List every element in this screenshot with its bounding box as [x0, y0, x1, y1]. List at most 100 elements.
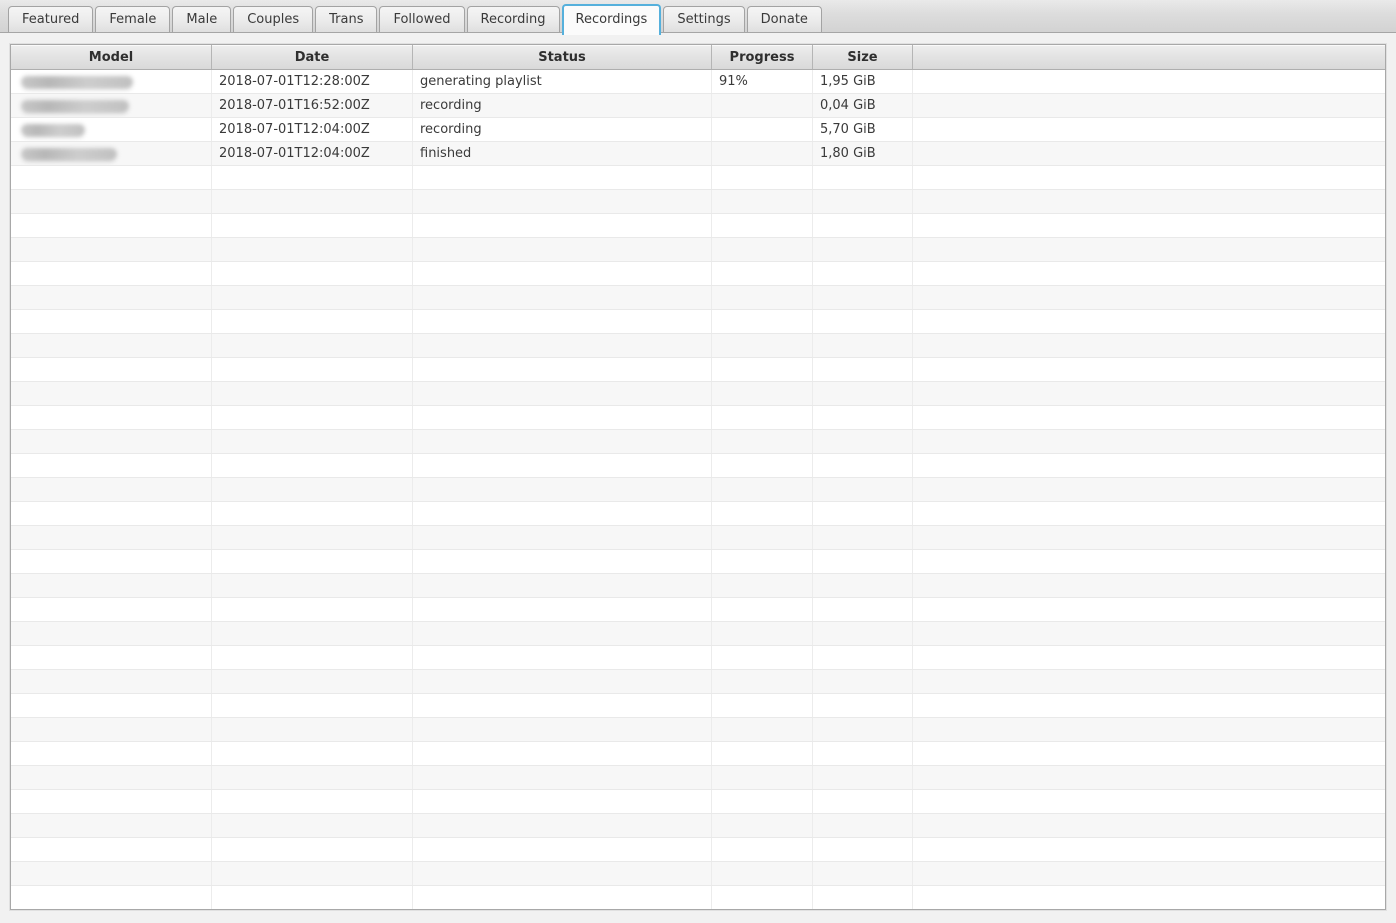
empty-cell — [712, 382, 813, 405]
empty-cell — [413, 190, 712, 213]
tab-followed[interactable]: Followed — [379, 6, 464, 32]
empty-row — [11, 334, 1385, 358]
column-header-status[interactable]: Status — [413, 45, 712, 69]
empty-cell — [813, 646, 913, 669]
empty-cell — [212, 598, 413, 621]
column-header-size[interactable]: Size — [813, 45, 913, 69]
tab-trans[interactable]: Trans — [315, 6, 377, 32]
empty-cell — [813, 430, 913, 453]
empty-cell — [413, 358, 712, 381]
empty-row — [11, 214, 1385, 238]
empty-cell — [712, 262, 813, 285]
empty-cell — [11, 262, 212, 285]
column-header-extra[interactable] — [913, 45, 1385, 69]
empty-cell — [913, 478, 1385, 501]
empty-cell — [212, 478, 413, 501]
cell-progress: 91% — [712, 70, 813, 93]
empty-cell — [813, 166, 913, 189]
empty-cell — [813, 406, 913, 429]
empty-cell — [212, 214, 413, 237]
tab-recordings[interactable]: Recordings — [562, 4, 662, 35]
empty-cell — [11, 310, 212, 333]
empty-cell — [913, 742, 1385, 765]
empty-cell — [413, 526, 712, 549]
cell-date: 2018-07-01T16:52:00Z — [212, 94, 413, 117]
empty-cell — [413, 766, 712, 789]
empty-cell — [712, 766, 813, 789]
recording-row[interactable]: 2018-07-01T12:28:00Zgenerating playlist9… — [11, 70, 1385, 94]
empty-cell — [212, 550, 413, 573]
empty-cell — [712, 598, 813, 621]
empty-row — [11, 358, 1385, 382]
empty-cell — [413, 262, 712, 285]
recording-row[interactable]: 2018-07-01T12:04:00Zrecording5,70 GiB — [11, 118, 1385, 142]
empty-cell — [712, 694, 813, 717]
empty-cell — [913, 358, 1385, 381]
empty-cell — [712, 238, 813, 261]
empty-cell — [712, 550, 813, 573]
cell-date: 2018-07-01T12:04:00Z — [212, 118, 413, 141]
tab-couples[interactable]: Couples — [233, 6, 313, 32]
empty-cell — [413, 550, 712, 573]
empty-cell — [212, 862, 413, 885]
recording-row[interactable]: 2018-07-01T12:04:00Zfinished1,80 GiB — [11, 142, 1385, 166]
empty-cell — [813, 382, 913, 405]
empty-cell — [712, 574, 813, 597]
empty-cell — [212, 670, 413, 693]
empty-cell — [913, 238, 1385, 261]
cell-extra — [913, 70, 1385, 93]
cell-extra — [913, 118, 1385, 141]
empty-row — [11, 886, 1385, 910]
empty-cell — [813, 766, 913, 789]
recording-row[interactable]: 2018-07-01T16:52:00Zrecording0,04 GiB — [11, 94, 1385, 118]
empty-cell — [813, 286, 913, 309]
empty-cell — [712, 790, 813, 813]
column-header-progress[interactable]: Progress — [712, 45, 813, 69]
empty-cell — [712, 430, 813, 453]
empty-cell — [11, 766, 212, 789]
tab-settings[interactable]: Settings — [663, 6, 744, 32]
empty-row — [11, 382, 1385, 406]
cell-progress — [712, 94, 813, 117]
empty-cell — [212, 646, 413, 669]
empty-cell — [212, 814, 413, 837]
empty-cell — [712, 166, 813, 189]
tab-male[interactable]: Male — [172, 6, 231, 32]
table-body: 2018-07-01T12:28:00Zgenerating playlist9… — [11, 70, 1385, 910]
empty-cell — [212, 166, 413, 189]
empty-cell — [413, 646, 712, 669]
empty-cell — [913, 382, 1385, 405]
tab-female[interactable]: Female — [95, 6, 170, 32]
empty-cell — [813, 622, 913, 645]
empty-cell — [11, 382, 212, 405]
empty-cell — [413, 502, 712, 525]
empty-cell — [712, 214, 813, 237]
empty-cell — [11, 454, 212, 477]
empty-cell — [913, 694, 1385, 717]
empty-row — [11, 406, 1385, 430]
empty-cell — [212, 262, 413, 285]
empty-cell — [913, 286, 1385, 309]
empty-cell — [813, 790, 913, 813]
empty-cell — [813, 190, 913, 213]
empty-cell — [413, 622, 712, 645]
empty-cell — [813, 670, 913, 693]
empty-cell — [712, 190, 813, 213]
empty-row — [11, 766, 1385, 790]
empty-cell — [813, 886, 913, 909]
empty-cell — [11, 814, 212, 837]
column-header-date[interactable]: Date — [212, 45, 413, 69]
column-header-model[interactable]: Model — [11, 45, 212, 69]
empty-cell — [913, 598, 1385, 621]
empty-cell — [11, 550, 212, 573]
tab-recording[interactable]: Recording — [467, 6, 560, 32]
empty-cell — [813, 238, 913, 261]
empty-cell — [413, 694, 712, 717]
empty-cell — [712, 478, 813, 501]
tab-featured[interactable]: Featured — [8, 6, 93, 32]
empty-cell — [11, 574, 212, 597]
empty-cell — [212, 694, 413, 717]
empty-row — [11, 478, 1385, 502]
cell-size: 0,04 GiB — [813, 94, 913, 117]
tab-donate[interactable]: Donate — [747, 6, 822, 32]
